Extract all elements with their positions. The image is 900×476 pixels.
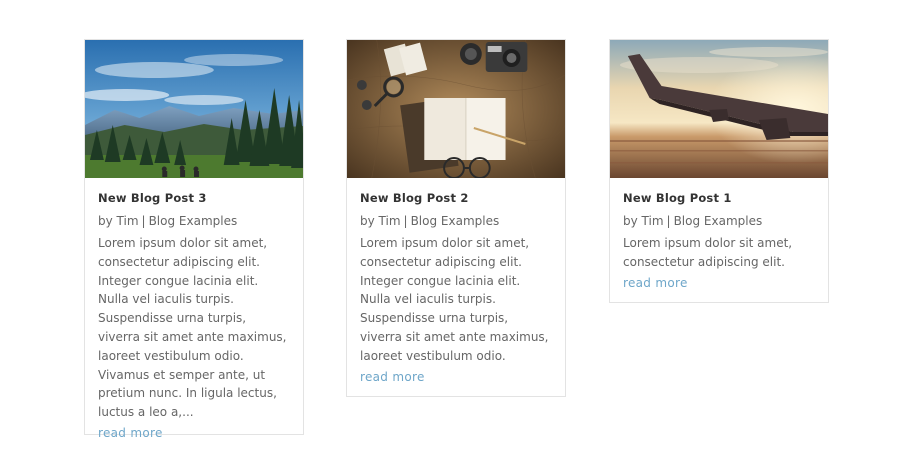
meta-separator: | <box>403 214 408 228</box>
blog-card: New Blog Post 3 by Tim | Blog Examples Lor… <box>84 39 304 440</box>
category-link[interactable]: Blog Examples <box>411 214 500 228</box>
post-thumbnail-link[interactable] <box>85 40 303 178</box>
author-link[interactable]: Tim <box>642 214 664 228</box>
post-excerpt: Lorem ipsum dolor sit amet, consectetur … <box>360 236 549 363</box>
post-title[interactable]: New Blog Post 1 <box>623 191 816 205</box>
post-thumbnail-link[interactable] <box>610 40 828 178</box>
read-more-link[interactable]: read more <box>623 274 688 293</box>
travel-desk-image <box>347 40 565 178</box>
category-link[interactable]: Blog Examples <box>149 214 238 228</box>
airplane-wing-image <box>610 40 828 178</box>
post-thumbnail-link[interactable] <box>347 40 565 178</box>
meta-separator: | <box>666 214 671 228</box>
read-more-link[interactable]: read more <box>98 424 163 443</box>
category-link[interactable]: Blog Examples <box>674 214 763 228</box>
author-link[interactable]: Tim <box>379 214 401 228</box>
author-prefix: by <box>98 214 113 228</box>
post-title[interactable]: New Blog Post 3 <box>98 191 291 205</box>
author-prefix: by <box>360 214 375 228</box>
post-excerpt: Lorem ipsum dolor sit amet, consectetur … <box>98 236 287 420</box>
author-prefix: by <box>623 214 638 228</box>
post-meta: by Tim | Blog Examples <box>360 214 553 229</box>
mountain-forest-image <box>85 40 303 178</box>
post-meta: by Tim | Blog Examples <box>98 214 291 229</box>
post-meta: by Tim | Blog Examples <box>623 214 816 229</box>
post-title[interactable]: New Blog Post 2 <box>360 191 553 205</box>
meta-separator: | <box>141 214 146 228</box>
read-more-link[interactable]: read more <box>360 368 425 387</box>
blog-card: New Blog Post 1 by Tim | Blog Examples Lor… <box>609 39 829 303</box>
blog-card: New Blog Post 2 by Tim | Blog Examples Lor… <box>346 39 566 397</box>
author-link[interactable]: Tim <box>117 214 139 228</box>
post-excerpt: Lorem ipsum dolor sit amet, consectetur … <box>623 236 793 269</box>
